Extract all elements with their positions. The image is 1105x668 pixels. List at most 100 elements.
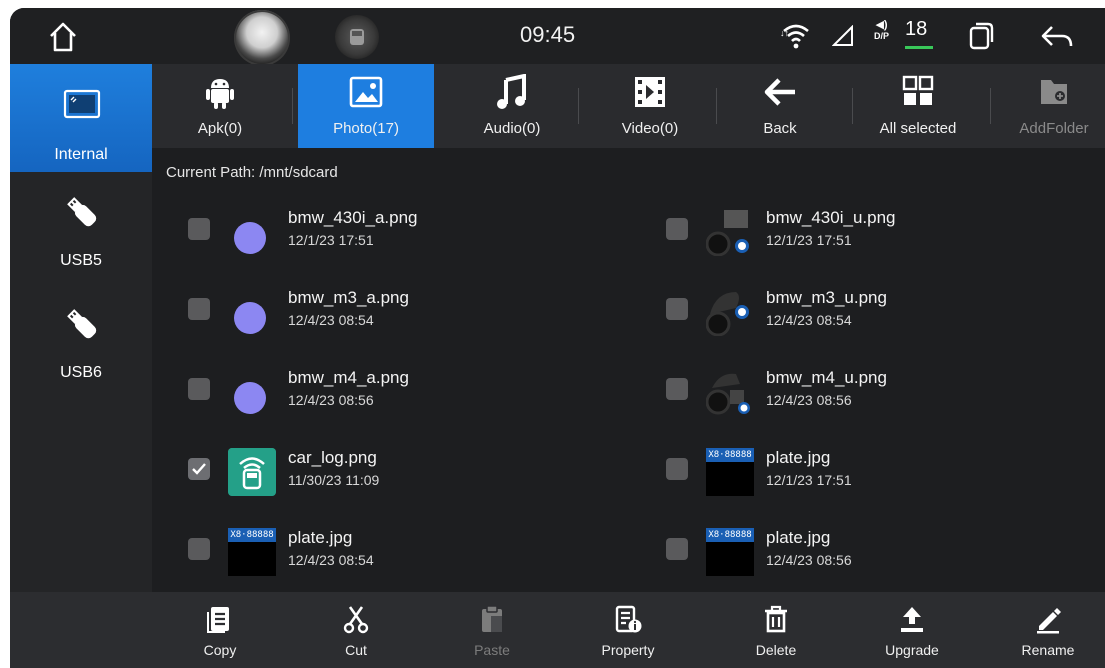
- file-date: 12/4/23 08:56: [288, 392, 374, 408]
- volume-icon[interactable]: ◀) D/P: [874, 20, 889, 42]
- select-all-button[interactable]: All selected: [850, 64, 986, 148]
- home-icon[interactable]: [46, 20, 80, 54]
- file-date: 12/4/23 08:54: [766, 312, 852, 328]
- pencil-icon: [1037, 608, 1061, 634]
- cut-button[interactable]: Cut: [288, 592, 424, 668]
- file-item[interactable]: X8·88888 plate.jpg 12/1/23 17:51: [630, 430, 1070, 504]
- tab-apk[interactable]: Apk(0): [152, 64, 288, 148]
- paste-button[interactable]: Paste: [424, 592, 560, 668]
- back-arrow-icon[interactable]: [1040, 24, 1074, 50]
- file-item[interactable]: car_log.png 11/30/23 11:09: [152, 430, 592, 504]
- add-folder-button[interactable]: AddFolder: [986, 64, 1105, 148]
- tab-label: Photo(17): [333, 120, 399, 137]
- file-checkbox[interactable]: [188, 458, 210, 480]
- add-folder-icon: [1041, 80, 1067, 104]
- file-item[interactable]: bmw_m3_u.png 12/4/23 08:54: [630, 270, 1070, 344]
- file-date: 12/1/23 17:51: [766, 232, 852, 248]
- file-checkbox[interactable]: [666, 298, 688, 320]
- sidebar-item-label: USB6: [60, 364, 102, 381]
- file-item[interactable]: bmw_430i_u.png 12/1/23 17:51: [630, 190, 1070, 264]
- file-name: plate.jpg: [288, 528, 353, 547]
- file-list: bmw_430i_a.png 12/1/23 17:51 bmw_430i_u.…: [152, 190, 1105, 590]
- file-item[interactable]: X8·88888 plate.jpg 12/4/23 08:54: [152, 510, 592, 584]
- music-note-icon: [497, 74, 526, 109]
- plate-text: X8·88888: [706, 448, 754, 462]
- file-thumbnail: [706, 210, 749, 256]
- delete-button[interactable]: Delete: [708, 592, 844, 668]
- file-name: bmw_m4_a.png: [288, 368, 409, 387]
- file-thumbnail: [706, 292, 749, 336]
- file-thumbnail: X8·88888: [706, 448, 754, 496]
- property-icon: [615, 605, 642, 633]
- property-button[interactable]: Property: [560, 592, 696, 668]
- usb-icon: [67, 197, 97, 227]
- file-date: 12/4/23 08:56: [766, 552, 852, 568]
- file-checkbox[interactable]: [188, 218, 210, 240]
- button-label: Delete: [755, 642, 797, 658]
- file-thumbnail: [228, 448, 276, 496]
- back-button[interactable]: Back: [712, 64, 848, 148]
- file-name: bmw_m3_u.png: [766, 288, 887, 307]
- status-bar: 09:45 ↓↑ ◀) D/P 18: [10, 8, 1105, 66]
- storage-icon: [63, 89, 101, 119]
- arrow-left-icon: [764, 78, 795, 106]
- tab-video[interactable]: Video(0): [582, 64, 718, 148]
- file-item[interactable]: bmw_430i_a.png 12/1/23 17:51: [152, 190, 592, 264]
- button-label: Cut: [345, 642, 367, 658]
- plate-text: X8·88888: [706, 528, 754, 542]
- file-checkbox[interactable]: [666, 458, 688, 480]
- file-date: 12/4/23 08:54: [288, 312, 374, 328]
- image-icon: [349, 76, 383, 108]
- current-path: Current Path: /mnt/sdcard: [166, 164, 338, 181]
- file-thumbnail: [234, 382, 266, 414]
- tab-audio[interactable]: Audio(0): [444, 64, 580, 148]
- dock-app-button[interactable]: [234, 10, 290, 66]
- file-thumbnail: X8·88888: [228, 528, 276, 576]
- file-name: car_log.png: [288, 448, 377, 467]
- sidebar-item-internal[interactable]: Internal: [10, 64, 152, 172]
- android-icon: [206, 79, 234, 109]
- file-checkbox[interactable]: [188, 378, 210, 400]
- file-date: 11/30/23 11:09: [288, 472, 380, 488]
- file-checkbox[interactable]: [666, 218, 688, 240]
- wifi-icon: ↓↑: [780, 24, 809, 49]
- tab-photo[interactable]: Photo(17): [298, 64, 434, 148]
- button-label: Rename: [1021, 642, 1075, 658]
- file-item[interactable]: bmw_m4_a.png 12/4/23 08:56: [152, 350, 592, 424]
- tab-label: Video(0): [621, 120, 679, 137]
- volume-indicator: [905, 46, 933, 49]
- rename-button[interactable]: Rename: [980, 592, 1105, 668]
- svg-text:↓↑: ↓↑: [780, 28, 789, 38]
- recent-apps-icon[interactable]: [968, 22, 994, 50]
- file-thumbnail: X8·88888: [706, 528, 754, 576]
- copy-button[interactable]: Copy: [152, 592, 288, 668]
- button-label: Property: [601, 642, 655, 658]
- upgrade-button[interactable]: Upgrade: [844, 592, 980, 668]
- sidebar-item-usb5[interactable]: USB5: [10, 182, 152, 290]
- file-item[interactable]: X8·88888 plate.jpg 12/4/23 08:56: [630, 510, 1070, 584]
- file-name: plate.jpg: [766, 448, 831, 467]
- file-checkbox[interactable]: [666, 378, 688, 400]
- file-checkbox[interactable]: [666, 538, 688, 560]
- file-checkbox[interactable]: [188, 538, 210, 560]
- grid-icon: [902, 75, 934, 105]
- button-label: All selected: [879, 120, 957, 137]
- file-checkbox[interactable]: [188, 298, 210, 320]
- check-icon: [192, 463, 206, 475]
- car-app-icon[interactable]: [335, 15, 379, 59]
- volume-value: 18: [905, 18, 928, 40]
- scissors-icon: [343, 606, 369, 634]
- bottom-side-panel: [10, 592, 152, 668]
- file-item[interactable]: bmw_m3_a.png 12/4/23 08:54: [152, 270, 592, 344]
- usb-icon: [67, 309, 97, 339]
- trash-icon: [765, 605, 787, 633]
- category-toolbar: Apk(0) Photo(17) Audio(0) Video(0) Back …: [152, 64, 1105, 148]
- sidebar-item-usb6[interactable]: USB6: [10, 294, 152, 402]
- file-name: bmw_430i_u.png: [766, 208, 896, 227]
- sidebar-item-label: USB5: [60, 252, 102, 269]
- plate-text: X8·88888: [228, 528, 276, 542]
- tab-label: Audio(0): [483, 120, 541, 137]
- file-item[interactable]: bmw_m4_u.png 12/4/23 08:56: [630, 350, 1070, 424]
- sidebar-item-label: Internal: [54, 146, 108, 163]
- file-date: 12/1/23 17:51: [288, 232, 374, 248]
